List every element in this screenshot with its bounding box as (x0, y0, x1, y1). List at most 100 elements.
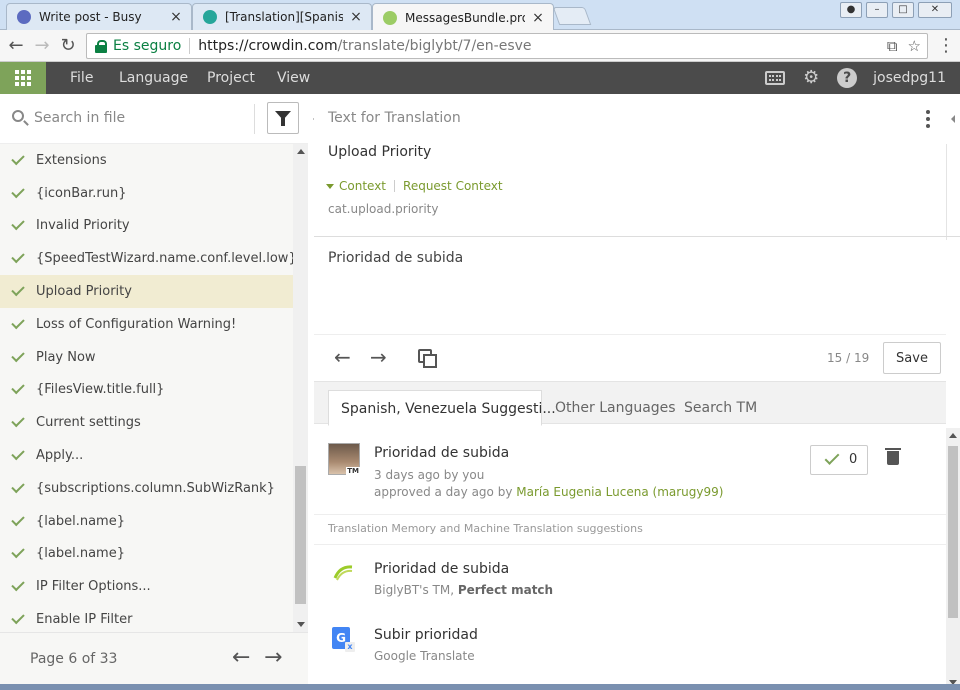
menu-view[interactable]: View (277, 62, 310, 94)
divider (314, 514, 946, 515)
string-list-item[interactable]: {subscriptions.column.SubWizRank} (0, 472, 293, 505)
mt-suggestion: G Subir prioridad Google Translate (314, 627, 946, 667)
suggestion-text[interactable]: Subir prioridad (374, 627, 478, 643)
new-tab-button[interactable] (552, 7, 592, 25)
string-list-item[interactable]: Current settings (0, 406, 293, 439)
close-tab-icon[interactable]: × (169, 9, 183, 25)
string-label: Loss of Configuration Warning! (36, 316, 237, 332)
maximize-icon[interactable]: □ (892, 2, 914, 18)
keyboard-icon[interactable] (765, 71, 786, 85)
tab-spanish-suggestions[interactable]: Spanish, Venezuela Suggesti... (328, 390, 556, 426)
search-icon (12, 110, 24, 122)
string-list-item[interactable]: Enable IP Filter (0, 603, 293, 632)
browser-tab-translation[interactable]: [Translation][Spanish] Big × (192, 3, 372, 30)
close-tab-icon[interactable]: × (531, 10, 545, 26)
string-list-item[interactable]: {label.name} (0, 538, 293, 571)
back-icon[interactable]: ← (4, 34, 28, 58)
string-list-item[interactable]: Loss of Configuration Warning! (0, 308, 293, 341)
suggestions-scrollbar[interactable] (946, 428, 960, 690)
approved-check-icon (11, 151, 25, 166)
translate-page-icon[interactable]: ⧉ (887, 37, 898, 55)
menu-language[interactable]: Language (119, 62, 188, 94)
approved-check-icon (11, 348, 25, 362)
editor-toolbar: ← → 15 / 19 Save (314, 335, 946, 381)
string-list-item[interactable]: {SpeedTestWizard.name.conf.level.low} (0, 242, 293, 275)
previous-string-icon[interactable]: ← (334, 345, 351, 369)
approver-link[interactable]: María Eugenia Lucena (marugy99) (516, 485, 723, 499)
string-list-item[interactable]: Play Now (0, 341, 293, 374)
request-context-link[interactable]: Request Context (403, 179, 503, 193)
approved-check-icon (11, 381, 25, 395)
search-input[interactable] (34, 106, 244, 130)
reload-icon[interactable]: ↻ (56, 34, 80, 58)
scroll-down-icon[interactable] (297, 622, 305, 627)
menu-file[interactable]: File (70, 62, 93, 94)
context-link[interactable]: Context (339, 179, 386, 193)
forward-icon[interactable]: → (30, 34, 54, 58)
username[interactable]: josedpg11 (873, 70, 946, 86)
more-options-icon[interactable] (926, 110, 930, 128)
gear-icon[interactable]: ⚙ (801, 68, 821, 88)
apps-grid-button[interactable] (0, 62, 46, 94)
string-list-item[interactable]: Apply... (0, 439, 293, 472)
string-list-item[interactable]: Invalid Priority (0, 210, 293, 243)
scroll-thumb[interactable] (948, 446, 958, 618)
source-string: Upload Priority (328, 144, 432, 160)
string-list-item[interactable]: Extensions (0, 144, 293, 177)
string-list-item[interactable]: Upload Priority (0, 275, 293, 308)
trash-icon[interactable] (885, 448, 901, 465)
help-icon[interactable]: ? (837, 68, 858, 88)
tm-badge: TM (346, 467, 360, 475)
string-label: {iconBar.run} (36, 185, 127, 201)
browser-tabstrip: Write post - Busy × [Translation][Spanis… (0, 0, 960, 31)
approved-check-icon (11, 545, 25, 559)
string-list-item[interactable]: {label.name} (0, 505, 293, 538)
string-list-item[interactable]: {FilesView.title.full} (0, 374, 293, 407)
filter-button[interactable] (267, 102, 299, 134)
menu-project[interactable]: Project (207, 62, 255, 94)
copy-source-icon[interactable] (418, 349, 437, 368)
context-divider (394, 180, 396, 192)
profile-icon[interactable]: ● (840, 2, 862, 18)
translation-textarea[interactable]: Prioridad de subida (328, 250, 463, 266)
crowdin-favicon-icon (203, 10, 217, 24)
tm-source: BiglyBT's TM, (374, 583, 458, 597)
url-input[interactable]: Es seguro https://crowdin.com/translate/… (86, 33, 928, 59)
tab-search-tm[interactable]: Search TM (672, 390, 769, 426)
bookmark-star-icon[interactable]: ☆ (908, 37, 921, 55)
google-translate-icon: G (332, 627, 355, 652)
approved-check-icon (11, 282, 25, 297)
scroll-thumb[interactable] (295, 466, 306, 604)
tm-section-label: Translation Memory and Machine Translati… (328, 522, 643, 535)
scroll-up-icon[interactable] (949, 433, 957, 438)
suggestion-source: Google Translate (374, 649, 475, 663)
string-label: Enable IP Filter (36, 612, 133, 628)
match-label: Perfect match (457, 583, 554, 597)
vote-button[interactable]: 0 (810, 445, 868, 475)
collapse-right-panel-icon[interactable] (946, 94, 960, 144)
chrome-menu-icon[interactable]: ⋮ (934, 34, 958, 58)
context-row: Context Request Context (326, 179, 503, 193)
suggestion-text[interactable]: Prioridad de subida (374, 445, 509, 461)
save-button[interactable]: Save (883, 342, 941, 374)
window-close-icon[interactable]: ✕ (918, 2, 952, 18)
minimize-icon[interactable]: – (866, 2, 888, 18)
crowdin-tm-icon (333, 565, 353, 581)
suggestion-text[interactable]: Prioridad de subida (374, 561, 509, 577)
browser-tab-busy[interactable]: Write post - Busy × (6, 3, 192, 30)
string-label: IP Filter Options... (36, 579, 151, 595)
close-tab-icon[interactable]: × (349, 9, 363, 25)
string-label: Extensions (36, 152, 107, 168)
string-list-item[interactable]: {iconBar.run} (0, 177, 293, 210)
scroll-up-icon[interactable] (297, 149, 305, 154)
next-page-icon[interactable]: → (264, 645, 282, 670)
tab-other-languages[interactable]: Other Languages (543, 390, 688, 426)
search-row (0, 94, 308, 144)
prev-page-icon[interactable]: ← (232, 645, 250, 670)
editor-panel: Text for Translation Upload Priority Con… (314, 94, 960, 690)
next-string-icon[interactable]: → (370, 345, 387, 369)
suggestion-tabs: Spanish, Venezuela Suggesti... Other Lan… (314, 381, 946, 426)
string-list-scrollbar[interactable] (293, 144, 308, 632)
string-list-item[interactable]: IP Filter Options... (0, 570, 293, 603)
browser-tab-messagesbundle[interactable]: MessagesBundle.propert × (372, 3, 554, 31)
